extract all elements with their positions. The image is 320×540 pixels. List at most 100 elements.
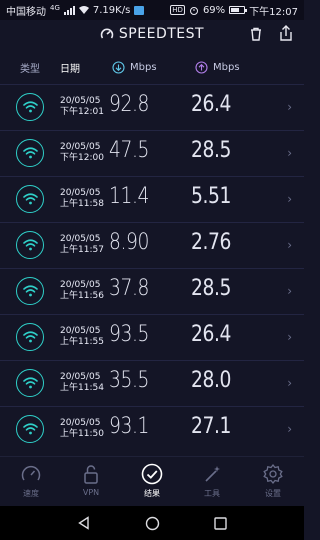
chevron-right-icon: › [287,376,292,390]
date-column-header[interactable]: 日期 [60,60,80,75]
tab-results[interactable]: 结果 [122,463,182,499]
battery-icon [229,6,248,14]
download-value: 37.8 [109,276,149,301]
result-date: 20/05/05 [60,326,101,336]
download-value: 92.8 [109,92,149,117]
wifi-icon [22,285,38,297]
result-row[interactable]: 20/05/05 下午12:01 92.8 26.4 › [0,84,304,130]
carrier-name: 中国移动 [6,6,46,18]
result-time: 上午11:56 [60,291,104,301]
hd-icon: HD [170,5,185,15]
tab-speed-label: 速度 [23,489,39,498]
chevron-right-icon: › [287,330,292,344]
tab-results-label: 结果 [144,489,160,498]
result-row[interactable]: 20/05/05 上午11:54 35.5 28.0 › [0,360,304,406]
upload-value: 28.5 [191,276,231,301]
magic-wand-icon [205,466,220,482]
chevron-right-icon: › [287,422,292,436]
wifi-badge [16,93,44,121]
result-row[interactable]: 20/05/05 上午11:55 93.5 26.4 › [0,314,304,360]
result-time: 上午11:58 [60,199,104,209]
upload-column-header[interactable]: Mbps [195,60,240,74]
wifi-badge [16,139,44,167]
result-time: 上午11:55 [60,337,104,347]
tab-settings[interactable]: 设置 [243,463,303,499]
app-logo: SPEEDTEST [100,26,204,42]
tab-speed[interactable]: 速度 [1,463,61,499]
upload-value: 5.51 [191,184,231,209]
signal-icon [63,5,75,15]
wifi-status-icon [78,6,89,14]
download-column-header[interactable]: Mbps [112,60,157,74]
system-nav-bar [0,506,304,540]
share-icon[interactable] [278,25,294,42]
result-time: 下午12:00 [60,153,104,163]
result-row[interactable]: 20/05/05 上午11:57 8.90 2.76 › [0,222,304,268]
download-value: 47.5 [109,138,149,163]
wifi-icon [22,377,38,389]
type-column-header[interactable]: 类型 [20,60,40,75]
result-time: 上午11:57 [60,245,104,255]
back-icon[interactable] [77,516,91,530]
speedometer-icon [21,465,41,481]
check-circle-icon [141,463,163,485]
gear-icon [263,463,283,485]
results-header: 类型 日期 Mbps Mbps [0,52,304,82]
result-date: 20/05/05 [60,188,101,198]
tab-vpn-label: VPN [82,488,100,497]
download-value: 8.90 [109,230,149,255]
tab-vpn[interactable]: VPN [61,463,121,497]
wifi-icon [22,193,38,205]
download-value: 93.1 [109,414,149,439]
upload-arrow-icon [195,60,208,74]
status-bar: 中国移动 4G 7.19K/s HD 69% 下午12:07 [0,0,304,20]
network-speed: 7.19K/s [92,4,131,16]
wifi-icon [22,147,38,159]
result-row[interactable]: 20/05/05 上午11:56 37.8 28.5 › [0,268,304,314]
chevron-right-icon: › [287,284,292,298]
result-time: 下午12:01 [60,107,104,117]
network-type: 4G [50,4,60,12]
tab-tools-label: 工具 [204,489,220,498]
trash-icon[interactable] [248,26,264,42]
upload-value: 28.0 [191,368,231,393]
recents-icon[interactable] [214,516,227,530]
chevron-right-icon: › [287,100,292,114]
lock-icon [84,465,98,484]
result-row[interactable]: 20/05/05 上午11:58 11.4 5.51 › [0,176,304,222]
chevron-right-icon: › [287,238,292,252]
wifi-badge [16,415,44,443]
wifi-icon [22,331,38,343]
wifi-icon [22,101,38,113]
app-title: SPEEDTEST [118,26,205,42]
speedtest-logo-icon [100,28,114,39]
home-icon[interactable] [145,516,160,531]
alarm-icon [189,6,198,15]
wifi-icon [22,423,38,435]
upload-unit-label: Mbps [213,61,240,73]
result-date: 20/05/05 [60,96,101,106]
wifi-badge [16,369,44,397]
tab-settings-label: 设置 [265,489,281,498]
tab-tools[interactable]: 工具 [182,463,242,499]
download-value: 93.5 [109,322,149,347]
result-date: 20/05/05 [60,234,101,244]
result-time: 上午11:50 [60,429,104,439]
result-time: 上午11:54 [60,383,104,393]
result-date: 20/05/05 [60,280,101,290]
upload-value: 2.76 [191,230,231,255]
chevron-right-icon: › [287,146,292,160]
download-value: 35.5 [109,368,149,393]
clock: 下午12:07 [249,6,298,18]
result-date: 20/05/05 [60,372,101,382]
wifi-badge [16,185,44,213]
result-row[interactable]: 20/05/05 下午12:00 47.5 28.5 › [0,130,304,176]
results-list[interactable]: 20/05/05 下午12:01 92.8 26.4 › 20/05/05 下午12:00 4… [0,84,304,456]
upload-value: 28.5 [191,138,231,163]
upload-value: 26.4 [191,322,231,347]
result-row[interactable]: 20/05/05 上午11:50 93.1 27.1 › [0,406,304,452]
download-unit-label: Mbps [130,61,157,73]
download-arrow-icon [112,60,125,74]
wifi-icon [22,239,38,251]
upload-value: 27.1 [191,414,231,439]
